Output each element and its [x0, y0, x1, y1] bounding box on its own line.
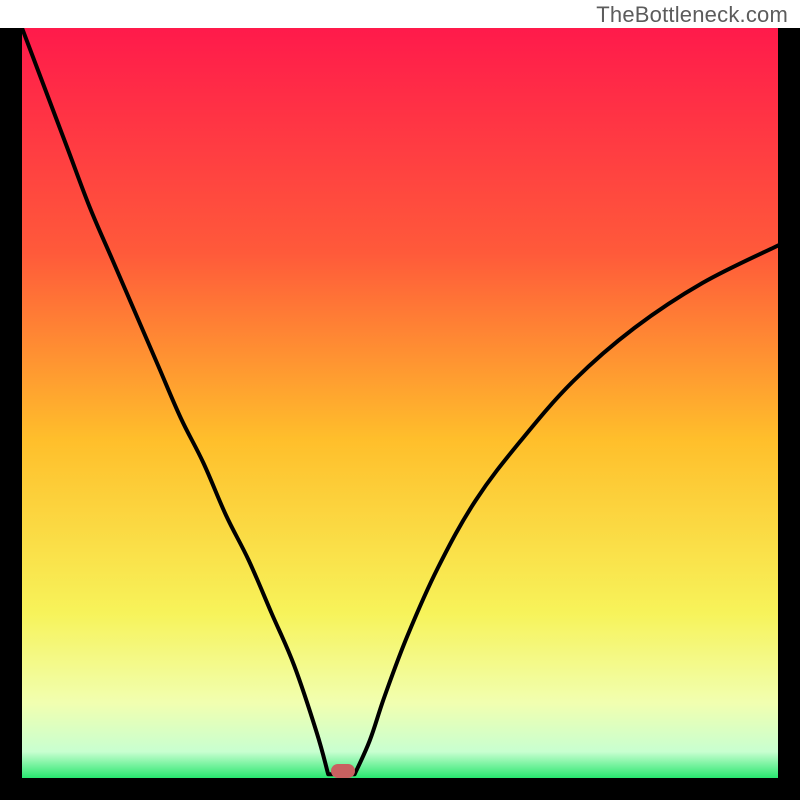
watermark-text: TheBottleneck.com	[596, 2, 788, 28]
optimal-point-marker	[331, 764, 355, 778]
chart-plot-area	[22, 28, 778, 778]
chart-outer-frame	[0, 28, 800, 800]
bottleneck-curve-chart	[22, 28, 778, 778]
